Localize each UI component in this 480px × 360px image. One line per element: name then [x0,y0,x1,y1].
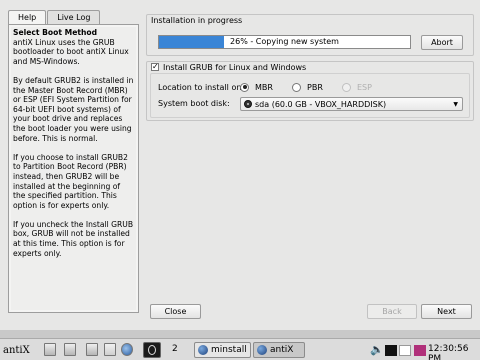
clock[interactable]: 12:30:56 PM [428,344,480,360]
antix-menu-button[interactable]: antiX [3,342,30,358]
progress-heading: Installation in progress [151,16,243,25]
battery-icon[interactable] [399,345,411,356]
boot-disk-select[interactable]: sda (60.0 GB - VBOX_HARDDISK) ▼ [240,97,463,111]
task-antix[interactable]: antiX [253,342,305,358]
radio-pbr-button[interactable] [292,82,301,92]
help-paragraph: If you choose to install GRUB2 to Partit… [13,152,128,210]
radio-pbr[interactable]: PBR [292,82,323,92]
file-manager-icon[interactable] [64,343,76,356]
tab-help[interactable]: Help [8,10,47,25]
boot-disk-value: sda (60.0 GB - VBOX_HARDDISK) [255,99,387,109]
location-label: Location to install on: [158,83,245,92]
tab-live-log[interactable]: Live Log [47,10,101,24]
radio-mbr-label: MBR [255,82,273,92]
help-panel: Select Boot Method antiX Linux uses the … [8,24,139,313]
taskbar: antiX 2 minstall antiX 🔈 12:30:56 PM [0,338,480,360]
help-text[interactable]: Select Boot Method antiX Linux uses the … [11,27,136,310]
moon-icon [148,345,156,355]
install-grub-checkbox-row[interactable]: ✓ Install GRUB for Linux and Windows [151,61,306,73]
radio-mbr[interactable]: MBR [240,82,273,92]
task-minstall[interactable]: minstall [194,342,251,358]
help-paragraph: antiX Linux uses the GRUB bootloader to … [13,37,129,66]
terminal-icon[interactable] [86,343,98,356]
help-title: Select Boot Method [13,28,98,37]
desktop-pager-icon[interactable] [143,342,161,358]
task-antix-label: antiX [270,345,294,355]
install-grub-label: Install GRUB for Linux and Windows [163,62,307,72]
app-icon [257,345,267,355]
chevron-down-icon: ▼ [453,101,458,108]
install-grub-checkbox[interactable]: ✓ [151,63,159,71]
grub-options-box [150,73,470,118]
radio-esp-button [342,82,351,92]
speaker-icon[interactable]: 🔈 [370,343,384,356]
home-folder-icon[interactable] [44,343,56,356]
next-button[interactable]: Next [421,304,472,319]
task-minstall-label: minstall [211,345,247,355]
progress-bar: 26% - Copying new system [158,35,411,49]
installer-window: Help Live Log Select Boot Method antiX L… [0,0,480,330]
radio-esp-label: ESP [357,82,372,92]
help-paragraph: By default GRUB2 is installed in the Mas… [13,75,134,143]
radio-pbr-label: PBR [307,82,323,92]
radio-mbr-button[interactable] [240,82,249,92]
browser-icon[interactable] [121,343,133,356]
network-icon[interactable] [385,345,397,356]
abort-button[interactable]: Abort [421,35,463,50]
app-icon [198,345,208,355]
desktop-background [0,330,480,338]
workspace-number[interactable]: 2 [172,344,178,354]
checkmark-icon: ✓ [152,62,159,71]
boot-disk-label: System boot disk: [158,99,230,108]
left-tabs: Help Live Log [8,10,101,25]
progress-text: 26% - Copying new system [230,37,339,46]
radio-esp: ESP [342,82,372,92]
help-paragraph: If you uncheck the Install GRUB box, GRU… [13,219,134,258]
back-button: Back [367,304,417,319]
close-button[interactable]: Close [150,304,201,319]
hard-disk-icon [244,100,252,108]
tray-app-icon[interactable] [414,345,426,356]
editor-icon[interactable] [104,343,116,356]
